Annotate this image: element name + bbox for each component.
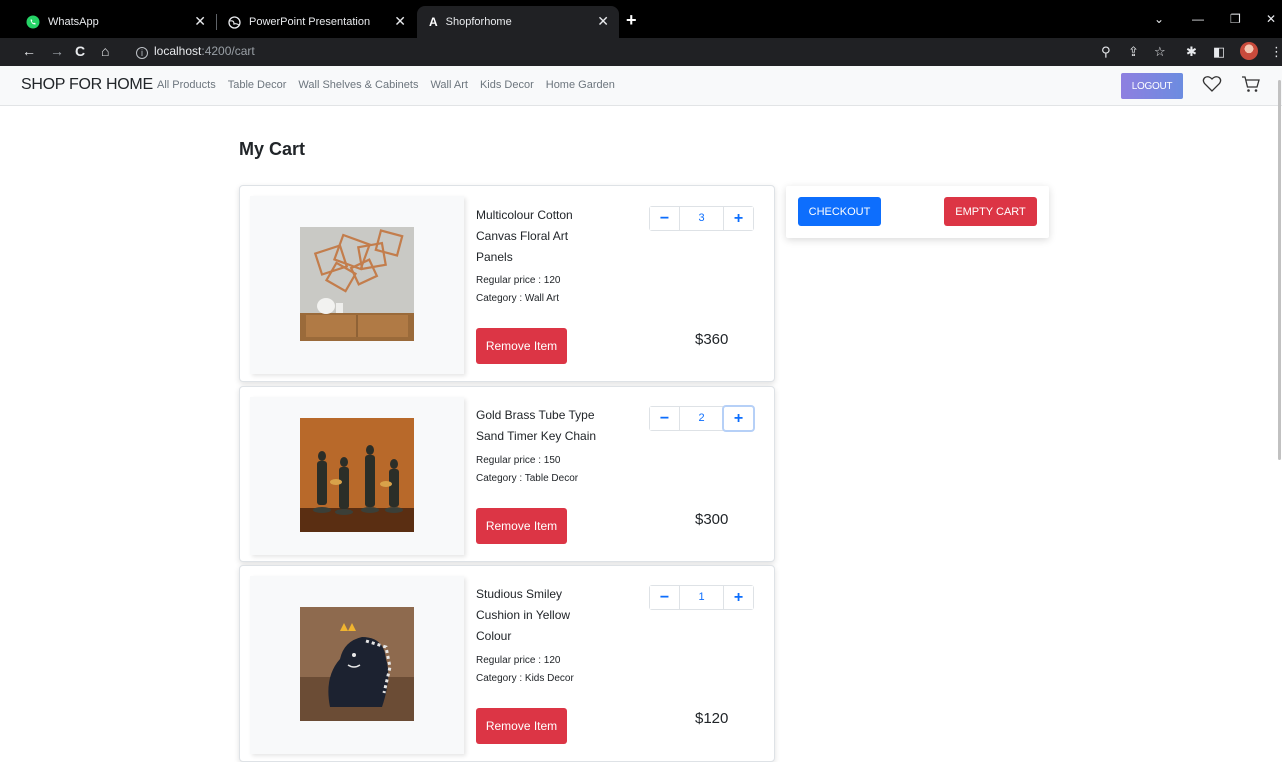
product-image: [300, 418, 414, 532]
plus-icon: +: [733, 409, 744, 427]
tab-powerpoint[interactable]: PowerPoint Presentation ✕: [216, 6, 416, 38]
item-total: $300: [695, 511, 729, 528]
logout-button[interactable]: LOGOUT: [1121, 73, 1183, 99]
globe-icon: [228, 15, 241, 29]
checkout-button[interactable]: CHECKOUT: [798, 197, 881, 226]
heart-icon[interactable]: [1202, 75, 1222, 93]
cart-summary-panel: CHECKOUT EMPTY CART: [786, 186, 1049, 238]
back-icon[interactable]: ←: [22, 43, 36, 59]
product-category: Category : Kids Decor: [476, 673, 574, 684]
share-icon[interactable]: ⇪: [1128, 44, 1139, 60]
close-tab-icon[interactable]: ✕: [597, 13, 609, 30]
app-navbar: SHOP FOR HOME All Products Table Decor W…: [0, 66, 1282, 106]
minimize-icon[interactable]: —: [1192, 12, 1204, 26]
address-field[interactable]: i localhost:4200/cart: [136, 44, 255, 59]
page-scrollbar[interactable]: [1278, 80, 1281, 460]
product-image-frame: [250, 576, 464, 754]
nav-link-kids-decor[interactable]: Kids Decor: [480, 79, 534, 91]
home-icon[interactable]: ⌂: [101, 43, 109, 59]
close-window-icon[interactable]: ✕: [1266, 12, 1276, 26]
product-regular-price: Regular price : 120: [476, 275, 561, 286]
tab-title: PowerPoint Presentation: [249, 16, 371, 28]
cart-item-card: Gold Brass Tube Type Sand Timer Key Chai…: [239, 386, 775, 562]
decrement-button[interactable]: −: [650, 407, 679, 430]
cart-item-card: Studious Smiley Cushion in Yellow Colour…: [239, 565, 775, 762]
increment-button[interactable]: +: [724, 586, 753, 609]
site-info-icon[interactable]: i: [136, 47, 148, 59]
product-category: Category : Table Decor: [476, 473, 579, 484]
increment-button[interactable]: +: [724, 407, 753, 430]
item-total: $120: [695, 710, 729, 727]
product-image: [300, 607, 414, 721]
remove-item-button[interactable]: Remove Item: [476, 708, 567, 744]
quantity-value[interactable]: 2: [679, 407, 724, 430]
product-category: Category : Wall Art: [476, 293, 559, 304]
decrement-button[interactable]: −: [650, 207, 679, 230]
nav-link-table-decor[interactable]: Table Decor: [228, 79, 287, 91]
tab-search-icon[interactable]: ⌄: [1154, 12, 1164, 26]
browser-tab-bar: WhatsApp ✕ PowerPoint Presentation ✕ A S…: [0, 0, 1282, 38]
nav-link-home-garden[interactable]: Home Garden: [546, 79, 615, 91]
tab-whatsapp[interactable]: WhatsApp ✕: [14, 6, 216, 38]
minus-icon: −: [659, 409, 670, 427]
profile-avatar[interactable]: [1240, 42, 1258, 60]
nav-links: All Products Table Decor Wall Shelves & …: [157, 79, 615, 91]
tab-shopforhome[interactable]: A Shopforhome ✕: [417, 6, 619, 38]
plus-icon: +: [733, 209, 744, 227]
tab-title: WhatsApp: [48, 16, 99, 28]
bookmark-star-icon[interactable]: ☆: [1154, 44, 1166, 60]
product-name: Multicolour Cotton Canvas Floral Art Pan…: [476, 208, 573, 264]
product-regular-price: Regular price : 150: [476, 455, 561, 466]
product-image-frame: [250, 397, 464, 555]
product-image-frame: [250, 196, 464, 374]
nav-link-all-products[interactable]: All Products: [157, 79, 216, 91]
reload-icon[interactable]: C: [75, 43, 85, 59]
cart-item-card: Multicolour Cotton Canvas Floral Art Pan…: [239, 185, 775, 382]
product-image: [300, 227, 414, 341]
close-tab-icon[interactable]: ✕: [394, 13, 406, 30]
new-tab-icon[interactable]: +: [626, 10, 637, 31]
product-name: Gold Brass Tube Type Sand Timer Key Chai…: [476, 408, 597, 443]
forward-icon[interactable]: →: [50, 43, 64, 59]
zoom-icon[interactable]: ⚲: [1101, 44, 1111, 60]
quantity-stepper: − 1 +: [649, 585, 754, 610]
decrement-button[interactable]: −: [650, 586, 679, 609]
url-path: :4200/cart: [201, 44, 255, 58]
plus-icon: +: [733, 588, 744, 606]
close-tab-icon[interactable]: ✕: [194, 13, 206, 30]
nav-link-wall-art[interactable]: Wall Art: [430, 79, 468, 91]
remove-item-button[interactable]: Remove Item: [476, 508, 567, 544]
angular-icon: A: [429, 15, 438, 29]
minus-icon: −: [659, 209, 670, 227]
menu-icon[interactable]: ⋮: [1270, 44, 1282, 60]
cart-icon[interactable]: [1241, 75, 1261, 93]
item-total: $360: [695, 331, 729, 348]
page-title: My Cart: [239, 139, 306, 159]
tab-title: Shopforhome: [445, 16, 512, 28]
extensions-icon[interactable]: ✱: [1186, 44, 1197, 60]
quantity-stepper: − 3 +: [649, 206, 754, 231]
product-regular-price: Regular price : 120: [476, 655, 561, 666]
remove-item-button[interactable]: Remove Item: [476, 328, 567, 364]
increment-button[interactable]: +: [724, 207, 753, 230]
url-host: localhost: [154, 44, 202, 58]
brand-logo[interactable]: SHOP FOR HOME: [21, 76, 153, 94]
restore-icon[interactable]: ❐: [1230, 12, 1241, 26]
nav-link-wall-shelves[interactable]: Wall Shelves & Cabinets: [298, 79, 418, 91]
side-panel-icon[interactable]: ◧: [1213, 44, 1225, 60]
empty-cart-button[interactable]: EMPTY CART: [944, 197, 1037, 226]
quantity-value[interactable]: 1: [679, 586, 724, 609]
product-name: Studious Smiley Cushion in Yellow Colour: [476, 587, 571, 643]
quantity-value[interactable]: 3: [679, 207, 724, 230]
whatsapp-icon: [26, 15, 40, 29]
minus-icon: −: [659, 588, 670, 606]
quantity-stepper: − 2 +: [649, 406, 754, 431]
browser-toolbar: ← → C ⌂ i localhost:4200/cart ⚲ ⇪ ☆ ✱ ◧ ⋮: [0, 38, 1282, 66]
